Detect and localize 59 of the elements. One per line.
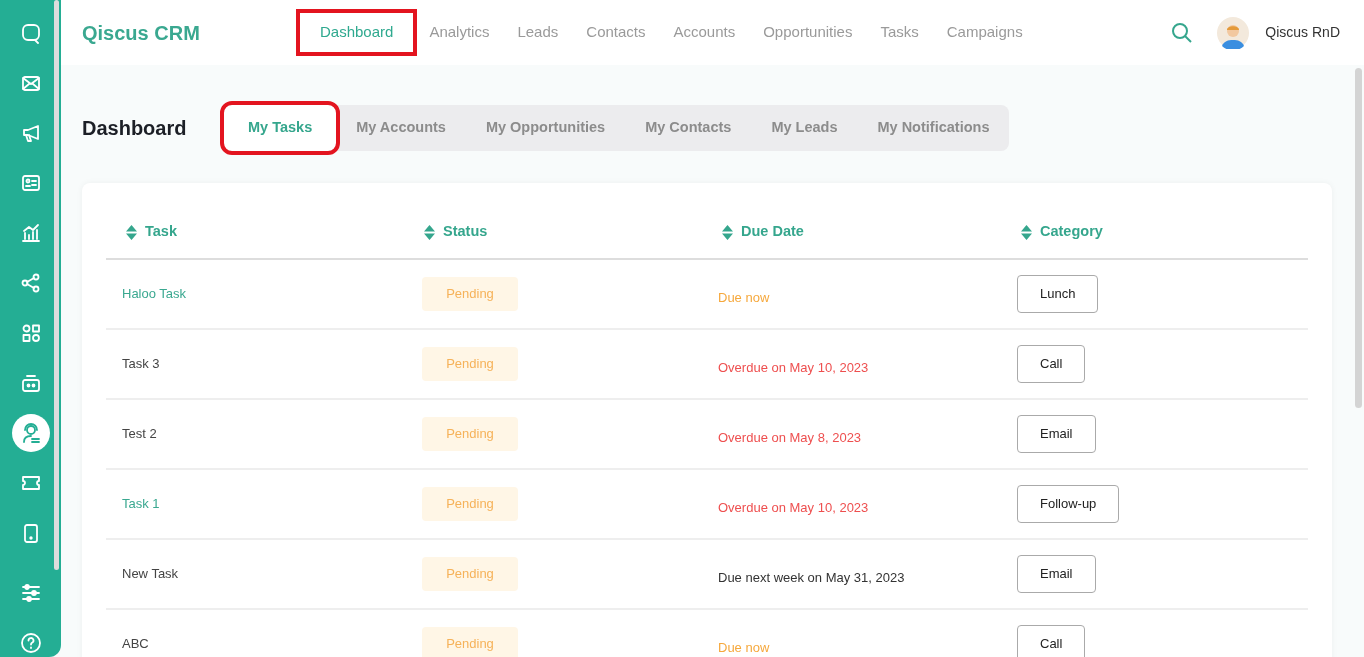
due-date: Due now [718,639,770,657]
column-header[interactable]: Status [404,206,702,260]
help-icon [19,632,42,654]
nav-link[interactable]: Contacts [574,13,658,52]
page-title: Dashboard [82,115,188,141]
nav-link[interactable]: Opportunities [751,13,865,52]
status-badge: Pending [422,486,518,521]
due-date: Overdue on May 10, 2023 [718,359,869,377]
sort-icon [722,224,733,240]
task-name: New Task [122,565,179,583]
nav-link[interactable]: Analytics [417,13,502,52]
scrollbar[interactable] [54,0,59,570]
share-nodes-icon [19,272,42,294]
column-header[interactable]: Category [1001,206,1308,260]
robot-icon [19,372,42,394]
category-button[interactable]: Email [1017,415,1096,453]
sort-icon [1021,224,1032,240]
status-badge: Pending [422,626,518,657]
id-card-icon [19,172,42,194]
chat-bubble-icon [19,22,42,44]
column-header[interactable]: Task [106,206,404,260]
nav-link[interactable]: Tasks [868,13,931,52]
bar-chart-icon [19,222,42,244]
category-button[interactable]: Call [1017,345,1086,383]
due-date: Due next week on May 31, 2023 [718,569,905,587]
category-button[interactable]: Call [1017,625,1086,657]
status-badge: Pending [422,346,518,381]
tab[interactable]: My Leads [751,105,858,151]
user-name[interactable]: Qiscus RnD [1265,22,1340,43]
task-link[interactable]: Haloo Task [122,284,187,304]
due-date: Overdue on May 10, 2023 [718,499,869,517]
tab[interactable]: My Notifications [857,105,1010,151]
tab[interactable]: My Contacts [625,105,752,151]
nav-link[interactable]: Campaigns [934,13,1035,52]
category-button[interactable]: Lunch [1017,275,1099,313]
column-header[interactable]: Due Date [702,206,1001,260]
sidebar-button[interactable] [11,414,50,452]
settings-sliders-icon [19,582,42,604]
search-icon[interactable] [1171,21,1194,44]
sort-icon [126,224,137,240]
due-date: Overdue on May 8, 2023 [718,429,862,447]
nav-link[interactable]: Leads [505,13,571,52]
task-name: Test 2 [122,425,157,443]
avatar[interactable] [1217,16,1250,49]
status-badge: Pending [422,276,518,311]
scrollbar[interactable] [1355,68,1362,408]
due-date: Due now [718,289,770,307]
nav-link[interactable]: Accounts [661,13,748,52]
task-name: ABC [122,635,149,653]
category-button[interactable]: Follow-up [1017,485,1120,523]
category-button[interactable]: Email [1017,555,1096,593]
task-link[interactable]: Task 1 [122,494,160,514]
tab[interactable]: My Opportunities [465,105,626,151]
tab[interactable]: My Accounts [336,105,466,151]
status-badge: Pending [422,556,518,591]
sort-icon [424,224,435,240]
brand-logo[interactable]: Qiscus CRM [82,17,300,48]
status-badge: Pending [422,416,518,451]
task-name: Task 3 [122,355,160,373]
